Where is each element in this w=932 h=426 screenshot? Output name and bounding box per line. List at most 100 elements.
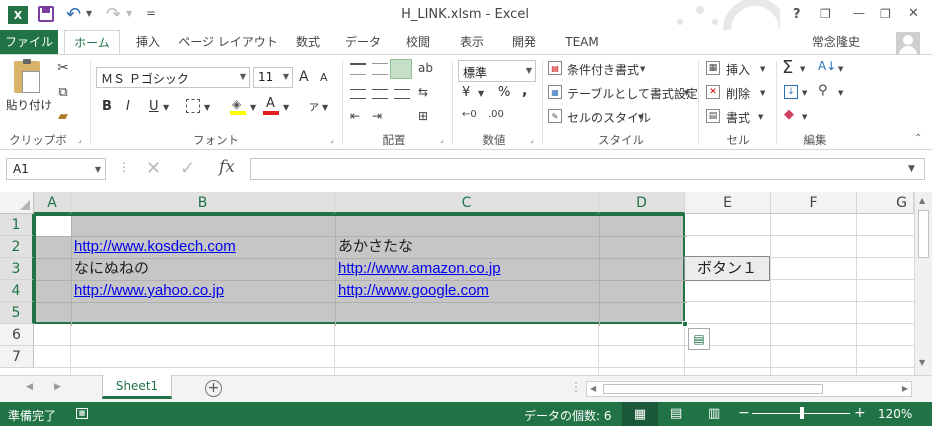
tab-view[interactable]: 表示 [450,30,494,54]
column-header-f[interactable]: F [771,192,857,214]
chevron-down-icon[interactable]: ▼ [684,89,689,97]
percent-button[interactable]: % [498,85,510,100]
column-header-b[interactable]: B [71,192,335,214]
fill-icon[interactable]: ↓ [784,85,798,99]
autosum-button[interactable]: Σ [782,57,793,78]
decrease-indent-icon[interactable]: ⇤ [350,109,360,123]
font-color-icon[interactable]: A [263,96,279,115]
fill-handle[interactable] [682,321,688,327]
chevron-down-icon[interactable]: ▼ [760,89,765,97]
row-header-1[interactable]: 1 [0,214,34,236]
format-painter-icon[interactable]: ▰ [54,107,72,125]
page-break-view-icon[interactable]: ▥ [708,406,720,421]
find-select-icon[interactable]: ⚲ [818,83,828,98]
cancel-icon[interactable]: ✕ [146,158,161,179]
dialog-launcher-icon[interactable]: ⌟ [440,135,444,144]
column-header-e[interactable]: E [685,192,771,214]
tab-developer[interactable]: 開発 [502,30,546,54]
dialog-launcher-icon[interactable]: ⌟ [78,135,82,144]
zoom-in-icon[interactable]: + [854,405,866,421]
maximize-button[interactable]: ❐ [880,7,891,21]
chevron-down-icon[interactable]: ▼ [760,65,765,73]
scroll-up-icon[interactable]: ▲ [919,196,925,205]
wrap-text-icon[interactable]: ⇆ [418,85,428,99]
increase-indent-icon[interactable]: ⇥ [372,109,382,123]
underline-button[interactable]: U [149,99,159,114]
cut-icon[interactable]: ✂ [54,59,72,77]
row-header-5[interactable]: 5 [0,302,34,324]
align-bottom-icon[interactable] [390,59,412,79]
font-name-dropdown[interactable]: ＭＳ Ｐゴシック ▼ [96,67,250,88]
italic-button[interactable]: I [126,99,130,114]
chevron-down-icon[interactable]: ▼ [802,113,807,121]
row-header-7[interactable]: 7 [0,346,34,368]
bold-button[interactable]: B [102,99,112,114]
font-color-dropdown-icon[interactable]: ▼ [283,103,289,112]
tab-home[interactable]: ホーム [64,30,120,54]
conditional-format-button[interactable]: 条件付き書式 [567,61,639,78]
row-header-3[interactable]: 3 [0,258,34,280]
phonetic-icon[interactable]: ァ [308,97,320,114]
cell-c4[interactable]: http://www.google.com [335,280,489,302]
sort-filter-icon[interactable]: A↓ [818,59,836,73]
tab-team[interactable]: TEAM [556,30,608,54]
avatar[interactable] [896,32,920,54]
horizontal-scrollbar[interactable]: ◀ ▶ [586,381,912,397]
tab-page-layout[interactable]: ページ レイアウト [178,30,278,54]
cell-c3[interactable]: http://www.amazon.co.jp [335,258,501,280]
chevron-down-icon[interactable]: ▼ [838,65,843,73]
align-left-icon[interactable] [350,89,366,99]
sheet-tab-sheet1[interactable]: Sheet1 [102,375,172,399]
macro-button[interactable]: ボタン１ [684,256,770,281]
align-middle-icon[interactable] [372,63,388,75]
dialog-launcher-icon[interactable]: ⌟ [530,135,534,144]
borders-icon[interactable] [186,99,200,113]
clear-icon[interactable]: ◆ [784,107,794,122]
scroll-down-icon[interactable]: ▼ [919,358,925,367]
zoom-slider-thumb[interactable] [800,407,804,419]
font-size-dropdown[interactable]: 11 ▼ [253,67,293,88]
minimize-button[interactable]: — [853,6,865,20]
normal-view-button[interactable]: ▦ [622,402,658,426]
currency-button[interactable]: ¥ [462,85,470,100]
row-header-6[interactable]: 6 [0,324,34,346]
fill-color-dropdown-icon[interactable]: ▼ [250,103,256,112]
increase-decimal-icon[interactable]: ←0 [462,109,477,120]
borders-dropdown-icon[interactable]: ▼ [204,103,210,112]
comma-button[interactable]: , [522,83,527,99]
paste-button[interactable]: 貼り付け [6,97,52,113]
align-center-icon[interactable] [372,89,388,99]
row-header-2[interactable]: 2 [0,236,34,258]
collapse-ribbon-icon[interactable]: ⌃ [914,133,922,144]
cell-styles-icon[interactable]: ✎ [548,109,562,123]
help-button[interactable]: ? [793,7,801,22]
merge-center-icon[interactable]: ⊞ [418,109,428,123]
sheet-scroll-left-icon[interactable]: ◀ [26,382,33,392]
page-layout-view-icon[interactable]: ▤ [670,406,682,421]
expand-formula-bar-icon[interactable]: ▼ [908,164,915,174]
align-right-icon[interactable] [394,89,410,99]
grow-font-button[interactable]: A [299,69,309,85]
cell-b4[interactable]: http://www.yahoo.co.jp [71,280,224,302]
scroll-thumb[interactable] [603,384,823,394]
orientation-icon[interactable]: ab [418,61,433,75]
cell-b2[interactable]: http://www.kosdech.com [71,236,236,258]
currency-dropdown-icon[interactable]: ▼ [478,89,484,98]
macro-record-icon[interactable]: ▦ [76,408,88,419]
insert-cells-icon[interactable]: ▦ [706,61,720,75]
quick-analysis-icon[interactable]: ▤ [688,328,710,350]
scroll-left-icon[interactable]: ◀ [590,384,596,393]
redo-dropdown-icon[interactable]: ▼ [126,9,132,18]
save-icon[interactable] [38,6,54,22]
close-button[interactable]: ✕ [908,6,919,21]
chevron-down-icon[interactable]: ▼ [802,89,807,97]
format-as-table-icon[interactable]: ▦ [548,85,562,99]
chevron-down-icon[interactable]: ▼ [638,113,643,121]
chevron-down-icon[interactable]: ▼ [640,65,645,73]
insert-cells-button[interactable]: 挿入 [726,61,750,78]
zoom-out-icon[interactable]: − [738,405,750,421]
column-header-c[interactable]: C [335,192,599,214]
formula-input[interactable] [250,158,925,180]
tab-data[interactable]: データ [340,30,386,54]
delete-cells-icon[interactable]: ✕ [706,85,720,99]
